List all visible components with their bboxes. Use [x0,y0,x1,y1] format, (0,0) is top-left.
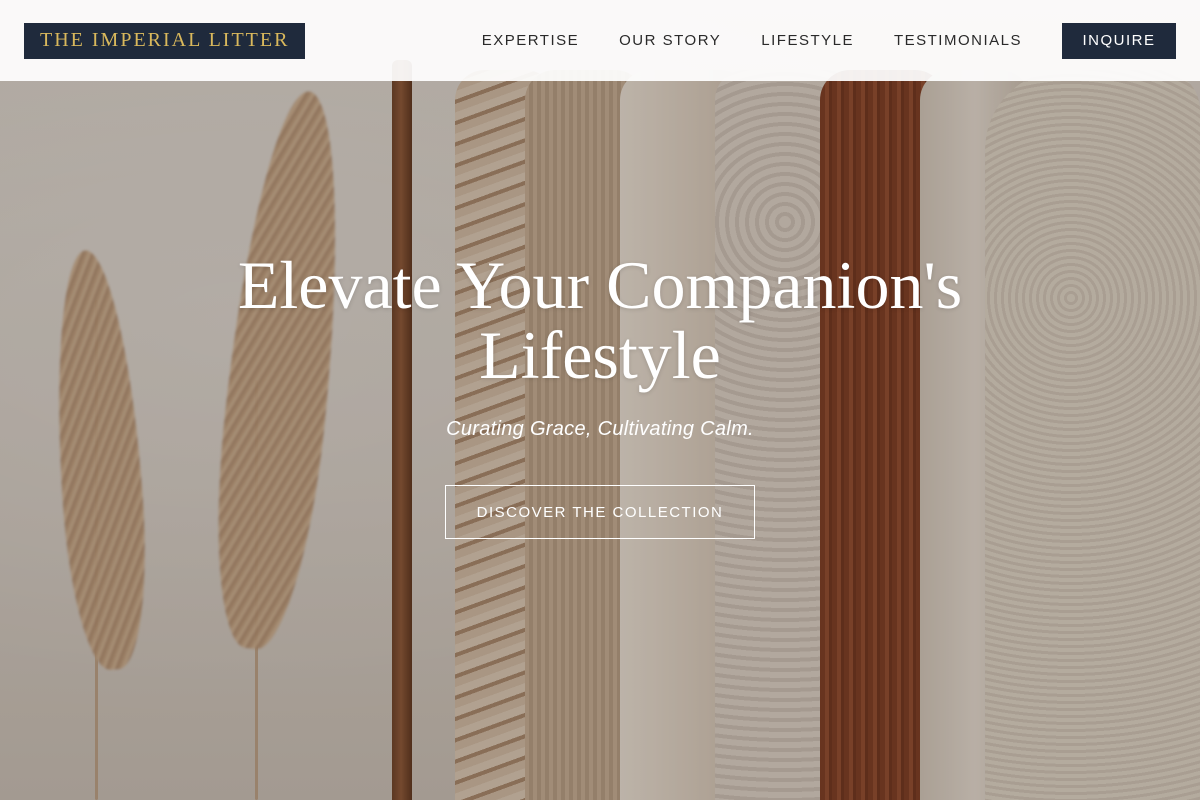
nav-link-lifestyle[interactable]: LIFESTYLE [761,32,854,49]
hero-title: Elevate Your Companion's Lifestyle [237,247,963,393]
hero-content: Elevate Your Companion's Lifestyle Curat… [0,250,1200,539]
main-nav: EXPERTISE OUR STORY LIFESTYLE TESTIMONIA… [442,22,1176,59]
discover-collection-button[interactable]: DISCOVER THE COLLECTION [445,485,755,539]
hero-tagline: Curating Grace, Cultivating Calm. [446,418,754,440]
site-header: THE IMPERIAL LITTER EXPERTISE OUR STORY … [0,0,1200,81]
inquire-button[interactable]: INQUIRE [1062,22,1176,59]
nav-link-testimonials[interactable]: TESTIMONIALS [894,32,1022,49]
brand-logo[interactable]: THE IMPERIAL LITTER [24,22,306,59]
nav-link-our-story[interactable]: OUR STORY [619,32,721,49]
nav-link-expertise[interactable]: EXPERTISE [482,32,579,49]
